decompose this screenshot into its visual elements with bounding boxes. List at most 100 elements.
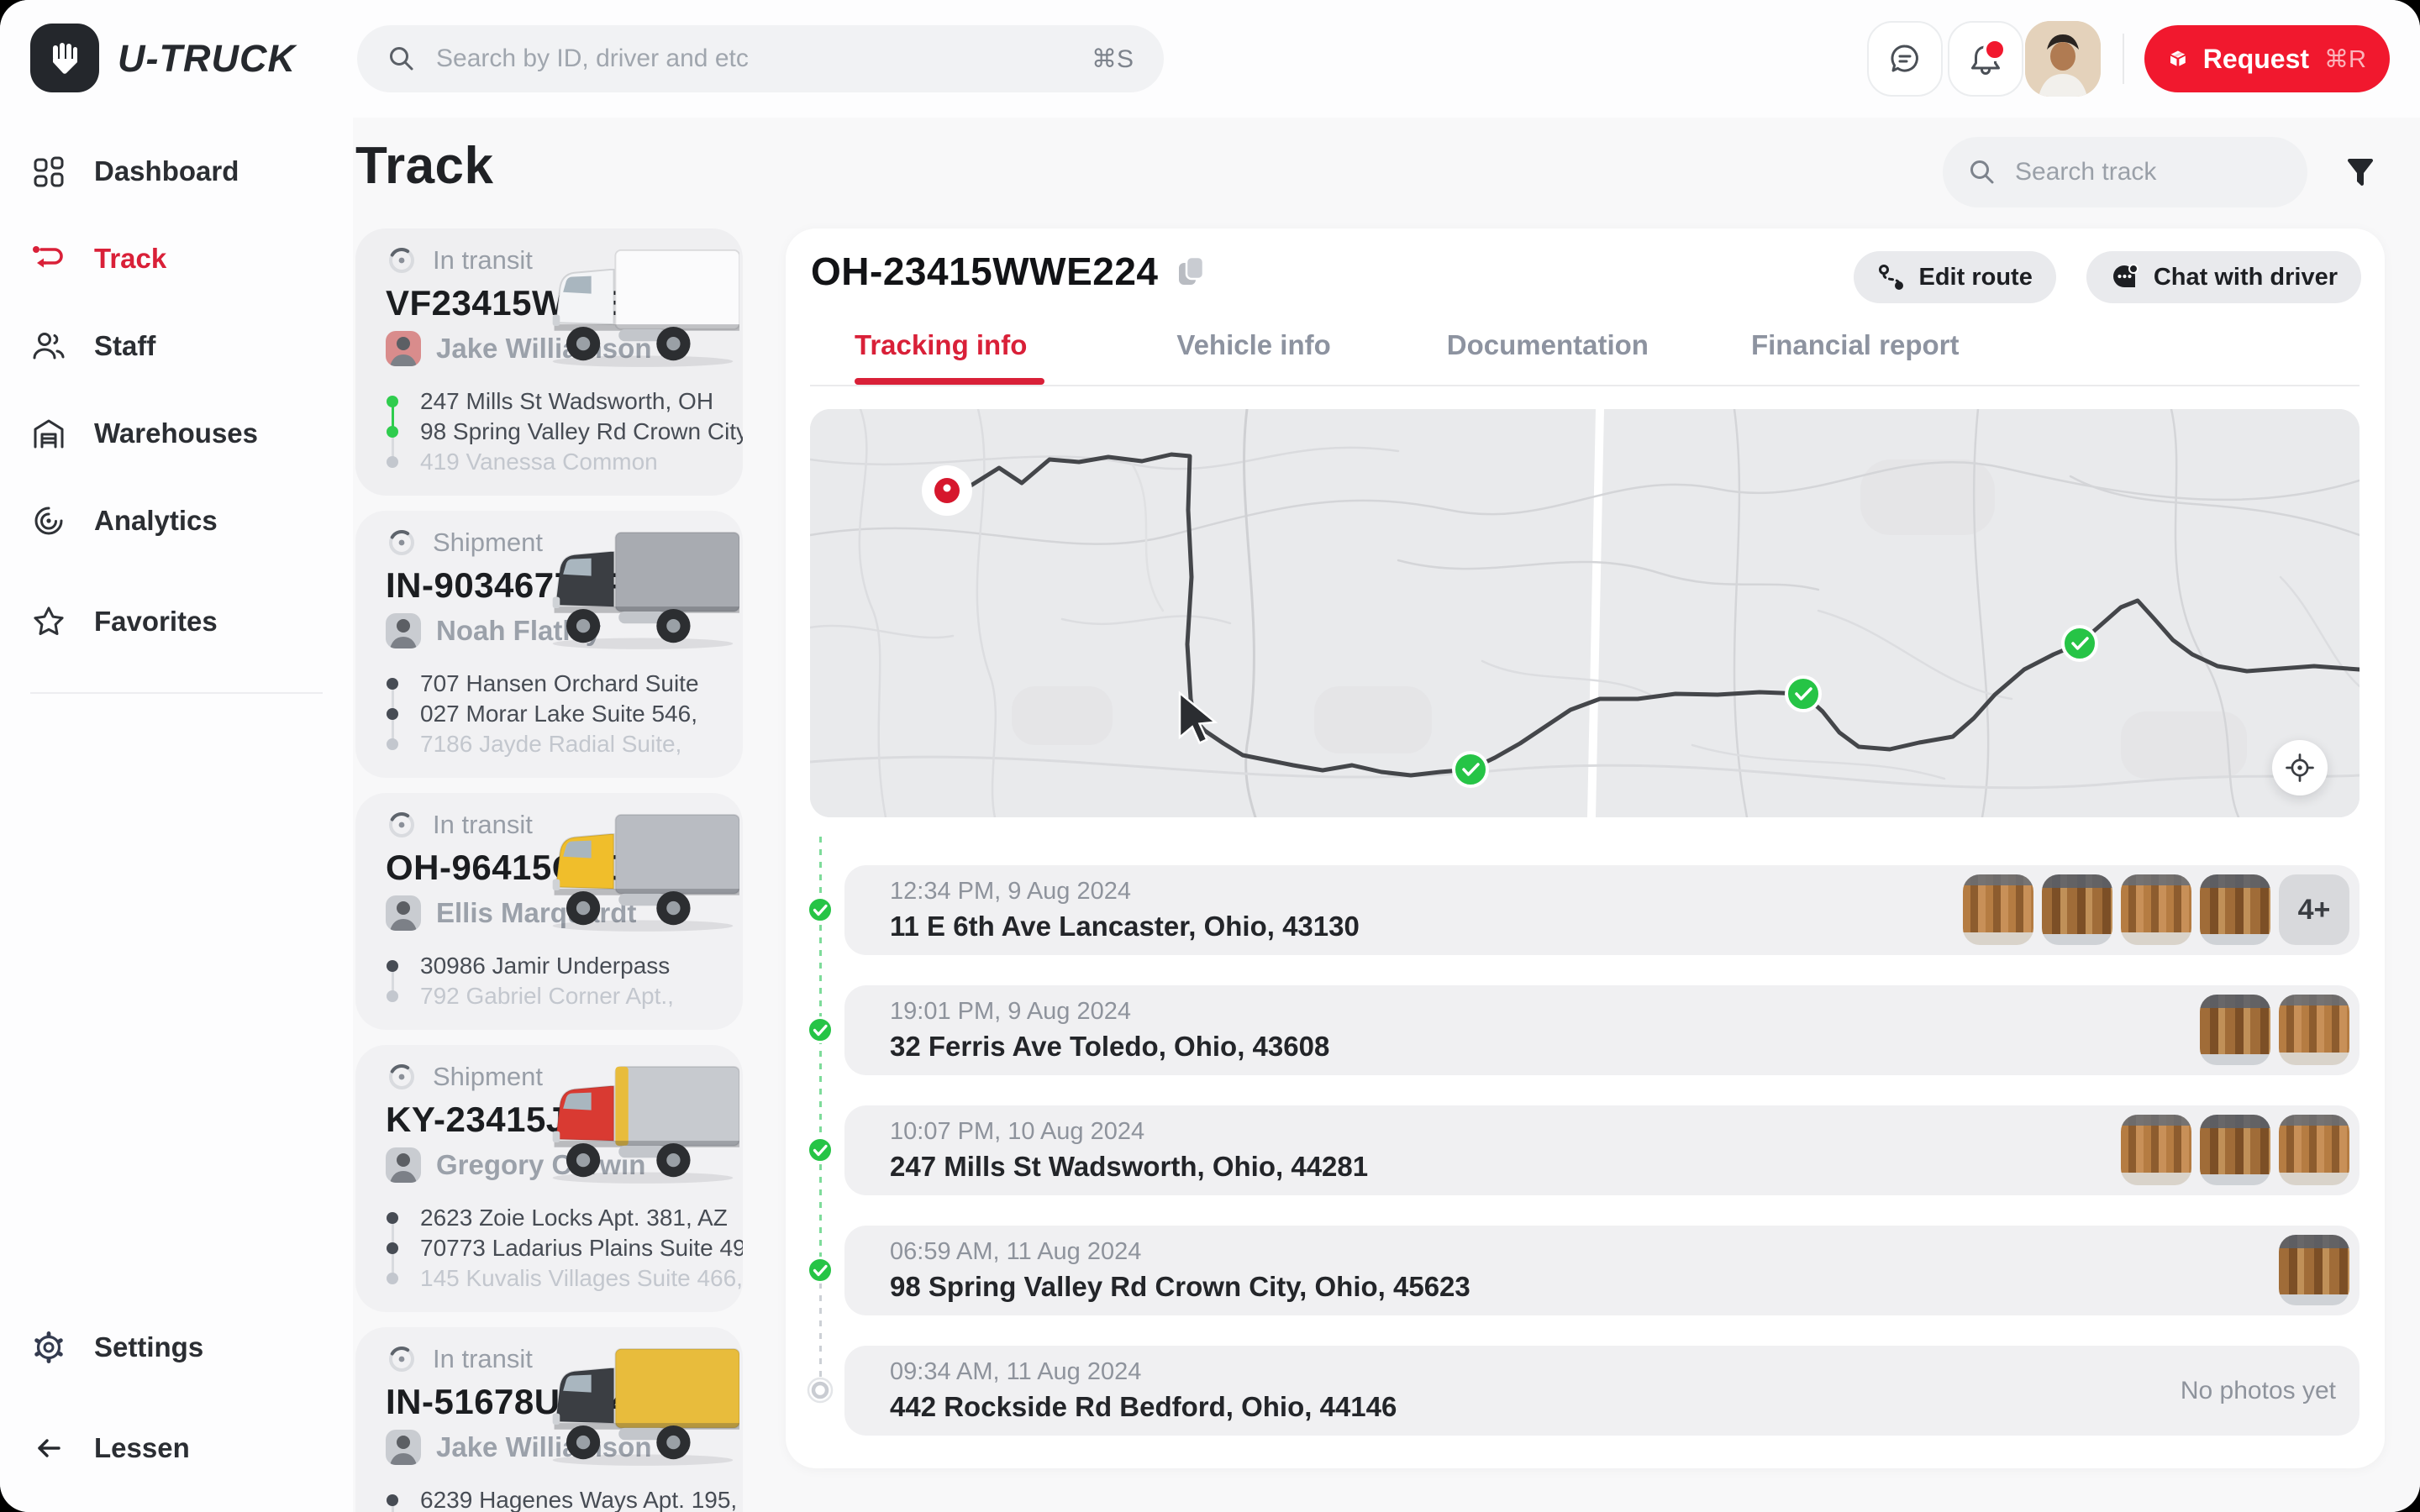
stop-address: 792 Gabriel Corner Apt.,: [420, 983, 674, 1010]
shipment-status-label: Shipment: [433, 1062, 543, 1092]
stop: 98 Spring Valley Rd Crown City, OH: [386, 417, 713, 447]
truck-image: [546, 806, 739, 936]
sidebar-item-warehouses[interactable]: Warehouses: [30, 395, 333, 472]
stop: 2623 Zoie Locks Apt. 381, AZ: [386, 1203, 713, 1233]
cargo-photo[interactable]: [2200, 874, 2270, 945]
filter-button[interactable]: [2339, 151, 2381, 193]
timeline-marker: [806, 1376, 834, 1404]
tab-financial-report[interactable]: Financial report: [1751, 329, 1960, 361]
edit-route-button[interactable]: Edit route: [1854, 251, 2056, 303]
tab-documentation[interactable]: Documentation: [1447, 329, 1649, 361]
shipment-card[interactable]: In transit OH-96415GFC145 Ellis Marquard…: [355, 793, 743, 1030]
cargo-photo[interactable]: [2121, 1115, 2191, 1185]
stop-dot-icon: [387, 960, 398, 972]
stop: 145 Kuvalis Villages Suite 466, AZ: [386, 1263, 713, 1294]
sidebar-collapse-label: Lessen: [94, 1432, 190, 1464]
stops: 707 Hansen Orchard Suite027 Morar Lake S…: [386, 669, 713, 759]
route-map[interactable]: [810, 409, 2360, 817]
active-tab-underline: [855, 378, 1044, 385]
sidebar-item-analytics[interactable]: Analytics: [30, 482, 333, 559]
shipment-card[interactable]: In transit VF23415WWE224 Jake Williamson…: [355, 228, 743, 496]
shipment-status-label: Shipment: [433, 528, 543, 558]
stop-address: 027 Morar Lake Suite 546,: [420, 701, 697, 727]
search-shortcut: ⌘S: [1092, 45, 1134, 74]
sidebar-item-dashboard[interactable]: Dashboard: [30, 133, 333, 210]
search-icon: [1968, 158, 1996, 186]
shipment-status-label: In transit: [433, 245, 533, 276]
sidebar-item-label: Warehouses: [94, 417, 258, 449]
brand-logo[interactable]: [30, 24, 99, 92]
request-label: Request: [2203, 44, 2309, 75]
no-photos-label: No photos yet: [2181, 1346, 2336, 1436]
notifications-button[interactable]: [1948, 21, 2023, 97]
stop-dot-icon: [387, 708, 398, 720]
shipment-status-icon: [386, 809, 418, 841]
main-content: Track In transit VF23415WWE224: [353, 118, 2420, 1512]
shipment-card[interactable]: In transit IN-51678URE401 Jake Williamso…: [355, 1327, 743, 1512]
driver-avatar: [386, 613, 421, 648]
route-icon: [30, 240, 67, 277]
stop: 247 Mills St Wadsworth, OH: [386, 386, 713, 417]
timeline-marker: [806, 1016, 834, 1044]
chat-driver-icon: [2110, 262, 2140, 292]
timeline-marker: [806, 895, 834, 924]
global-search[interactable]: ⌘S: [357, 25, 1164, 92]
shipment-card[interactable]: Shipment IN-9034677ZFG154 Noah Flatley 7…: [355, 511, 743, 778]
user-avatar[interactable]: [2025, 21, 2101, 97]
chat-with-driver-button[interactable]: Chat with driver: [2086, 251, 2361, 303]
cargo-photo[interactable]: [2121, 874, 2191, 945]
cargo-photo[interactable]: [2200, 1115, 2270, 1185]
track-search[interactable]: [1943, 137, 2307, 207]
page-title: Track: [355, 136, 494, 196]
sidebar-collapse-button[interactable]: Lessen: [30, 1410, 333, 1487]
timeline-row: 06:59 AM, 11 Aug 2024 98 Spring Valley R…: [844, 1226, 2360, 1315]
stop-dot-icon: [387, 396, 398, 407]
detail-tabs: Tracking info Vehicle info Documentation…: [855, 329, 1960, 361]
timeline-connector-pending: [819, 1270, 822, 1389]
sidebar-item-settings[interactable]: Settings: [30, 1309, 333, 1386]
package-icon: [2168, 43, 2188, 75]
tab-tracking-info[interactable]: Tracking info: [855, 329, 1027, 361]
timeline-address: 32 Ferris Ave Toledo, Ohio, 43608: [890, 1031, 1329, 1063]
arrow-left-icon: [30, 1430, 67, 1467]
warehouse-icon: [30, 415, 67, 452]
cargo-photo[interactable]: [2279, 1235, 2349, 1305]
stop-address: 145 Kuvalis Villages Suite 466, AZ: [420, 1265, 743, 1292]
map-canvas: [810, 409, 2360, 817]
timeline-row: 19:01 PM, 9 Aug 2024 32 Ferris Ave Toled…: [844, 985, 2360, 1075]
dashboard-icon: [30, 153, 67, 190]
request-button[interactable]: Request ⌘R: [2144, 25, 2390, 92]
driver-avatar: [386, 895, 421, 931]
topbar-divider: [2123, 34, 2124, 84]
cargo-photo[interactable]: [2279, 995, 2349, 1065]
map-origin-pin: [922, 465, 972, 516]
shipment-card[interactable]: Shipment KY-23415JNF155 Gregory Corwin 2…: [355, 1045, 743, 1312]
more-photos-button[interactable]: 4+: [2279, 874, 2349, 945]
copy-icon[interactable]: [1176, 253, 1207, 290]
cargo-photo[interactable]: [2200, 995, 2270, 1065]
cargo-photo[interactable]: [2042, 874, 2112, 945]
stop: 419 Vanessa Common: [386, 447, 713, 477]
timeline-photos: [2279, 1235, 2349, 1305]
stop-address: 70773 Ladarius Plains Suite 496, AZ: [420, 1235, 743, 1262]
truck-image: [546, 1341, 739, 1470]
cargo-photo[interactable]: [2279, 1115, 2349, 1185]
edit-route-label: Edit route: [1919, 264, 2033, 291]
shipment-status-label: In transit: [433, 1344, 533, 1374]
track-search-input[interactable]: [2013, 157, 2282, 187]
brand-name: U-TRUCK: [118, 0, 296, 118]
sidebar: Dashboard Track Staff: [0, 118, 353, 1512]
stop: 6239 Hagenes Ways Apt. 195, WI: [386, 1485, 713, 1512]
locate-button[interactable]: [2272, 740, 2328, 795]
shipment-status-icon: [386, 1343, 418, 1375]
stop-dot-icon: [387, 738, 398, 750]
global-search-input[interactable]: [434, 44, 1073, 74]
sidebar-item-track[interactable]: Track: [30, 220, 333, 297]
sidebar-item-favorites[interactable]: Favorites: [30, 583, 333, 660]
sidebar-item-staff[interactable]: Staff: [30, 307, 333, 385]
timeline-photos: 4+: [1963, 874, 2349, 945]
cargo-photo[interactable]: [1963, 874, 2033, 945]
tab-vehicle-info[interactable]: Vehicle info: [1176, 329, 1330, 361]
messages-button[interactable]: [1867, 21, 1943, 97]
timeline-time: 06:59 AM, 11 Aug 2024: [890, 1238, 1141, 1266]
